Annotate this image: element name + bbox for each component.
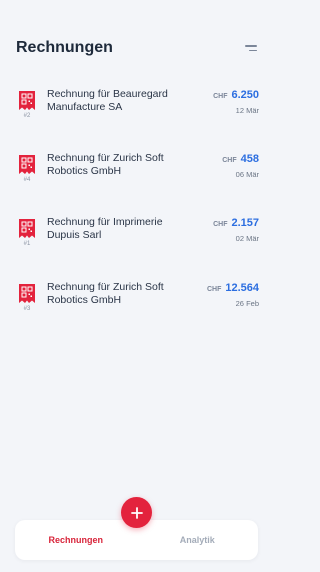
currency-label: CHF (222, 157, 237, 164)
menu-icon-line (245, 45, 257, 47)
menu-icon-line (249, 49, 257, 51)
amount-value: 458 (240, 153, 259, 165)
qr-receipt-icon (19, 284, 35, 303)
tab-rechnungen[interactable]: Rechnungen (15, 535, 137, 545)
invoice-number: #1 (23, 241, 31, 247)
qr-receipt-icon (19, 155, 35, 174)
invoice-date: 06 Mär (235, 170, 259, 179)
invoice-date: 02 Mär (235, 234, 259, 243)
invoice-number: #4 (23, 177, 31, 183)
plus-icon (130, 506, 143, 519)
menu-icon[interactable] (243, 43, 257, 53)
invoice-name: Rechnung für Beauregard Manufacture SA (47, 88, 168, 113)
invoice-date: 26 Feb (235, 299, 259, 308)
amount-value: 6.250 (231, 89, 259, 101)
invoice-row[interactable]: #4 Rechnung für Zurich Soft Robotics Gmb… (0, 152, 273, 202)
invoice-amount: CHF 6.250 (213, 89, 259, 101)
header: Rechnungen (16, 36, 257, 60)
invoice-amount: CHF 12.564 (207, 282, 259, 294)
invoice-amount: CHF 458 (222, 153, 259, 165)
amount-value: 2.157 (231, 217, 259, 229)
page-title: Rechnungen (16, 39, 113, 56)
qr-receipt-icon (19, 219, 35, 238)
tab-analytik[interactable]: Analytik (137, 535, 259, 545)
invoice-row[interactable]: #3 Rechnung für Zurich Soft Robotics Gmb… (0, 281, 273, 331)
invoice-number: #2 (23, 113, 31, 119)
invoice-number: #3 (23, 306, 31, 312)
invoice-name: Rechnung für Zurich Soft Robotics GmbH (47, 281, 164, 306)
invoice-amount: CHF 2.157 (213, 217, 259, 229)
currency-label: CHF (213, 93, 228, 100)
invoice-icon-wrap: #1 (17, 218, 37, 247)
currency-label: CHF (213, 221, 228, 228)
amount-value: 12.564 (225, 282, 259, 294)
invoice-name: Rechnung für Zurich Soft Robotics GmbH (47, 152, 164, 177)
invoice-icon-wrap: #4 (17, 154, 37, 183)
invoice-row[interactable]: #1 Rechnung für Imprimerie Dupuis Sarl C… (0, 216, 273, 266)
invoice-name: Rechnung für Imprimerie Dupuis Sarl (47, 216, 163, 241)
invoice-date: 12 Mär (235, 106, 259, 115)
invoice-icon-wrap: #2 (17, 90, 37, 119)
invoice-icon-wrap: #3 (17, 283, 37, 312)
add-invoice-button[interactable] (121, 497, 152, 528)
invoice-row[interactable]: #2 Rechnung für Beauregard Manufacture S… (0, 88, 273, 138)
qr-receipt-icon (19, 91, 35, 110)
currency-label: CHF (206, 286, 222, 293)
